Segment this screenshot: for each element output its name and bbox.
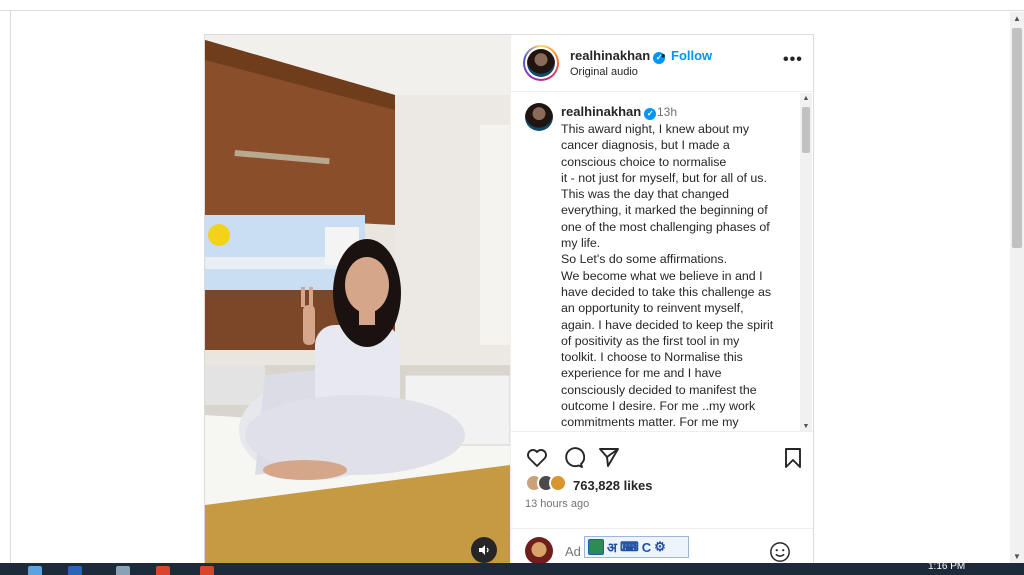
post-time-ago: 13 hours ago	[525, 498, 590, 510]
ime-c-button[interactable]: C	[642, 540, 651, 555]
post-dialog: realhinakhan ✓ • Follow Original audio ••…	[204, 34, 814, 565]
mute-toggle-button[interactable]	[471, 537, 497, 563]
caption-line: an opportunity to reinvent myself,	[561, 301, 744, 316]
caption-username[interactable]: realhinakhan ✓	[561, 104, 657, 120]
caption-line: toolkit. I choose to Normalise this	[561, 350, 743, 365]
post-header: realhinakhan ✓ • Follow Original audio ••…	[511, 35, 813, 92]
scroll-down-arrow-icon[interactable]: ▼	[1010, 550, 1024, 564]
caption-line: consciously decided to manifest the	[561, 382, 757, 397]
separator-dot: •	[661, 48, 666, 63]
keyboard-icon[interactable]: ⌨	[620, 539, 639, 555]
caption-line: everything, it marked the beginning of	[561, 203, 768, 218]
caption-line: This award night, I knew about my	[561, 122, 750, 136]
gear-icon[interactable]: ⚙	[654, 539, 666, 555]
caption-scroll-down-icon[interactable]: ▼	[800, 423, 812, 430]
emoji-picker-icon[interactable]	[769, 541, 791, 563]
more-options-icon[interactable]: •••	[783, 51, 803, 69]
system-clock: 1:16 PM	[928, 563, 966, 572]
caption-scroll-up-icon[interactable]: ▲	[800, 95, 812, 102]
caption-line: conscious choice to normalise	[561, 154, 727, 169]
left-border	[10, 10, 11, 565]
comment-bubble-icon[interactable]	[561, 446, 585, 470]
like-heart-icon[interactable]	[525, 446, 549, 470]
original-audio-link[interactable]: Original audio	[570, 66, 638, 78]
post-side-panel: realhinakhan ✓ • Follow Original audio ••…	[510, 35, 813, 564]
ime-toolbar[interactable]: अ ⌨ C ⚙	[584, 536, 689, 558]
caption-scrollbar[interactable]: ▲ ▼	[800, 93, 812, 431]
caption-avatar[interactable]	[525, 103, 553, 131]
save-bookmark-icon[interactable]	[781, 446, 805, 470]
caption-line: it - not just for myself, but for all of…	[561, 170, 767, 185]
story-ring-avatar[interactable]	[523, 45, 559, 81]
caption-line: We become what we believe in and I	[561, 268, 763, 283]
caption-scroll-thumb[interactable]	[802, 107, 810, 153]
follow-button[interactable]: Follow	[671, 48, 712, 63]
caption-line: one of the most challenging phases of	[561, 219, 770, 234]
avatar	[527, 49, 555, 77]
hospital-room-photo	[205, 35, 510, 564]
caption-timestamp: 13h	[657, 105, 678, 119]
chrome-icon[interactable]	[156, 566, 170, 575]
caption-text: This award night, I knew about my cancer…	[561, 121, 789, 431]
page-scrollbar[interactable]: ▲ ▼	[1010, 12, 1024, 564]
post-media[interactable]	[205, 35, 510, 564]
header-username[interactable]: realhinakhan ✓	[570, 48, 666, 64]
top-border	[0, 10, 1024, 11]
page-scroll-thumb[interactable]	[1012, 28, 1022, 248]
share-send-icon[interactable]	[597, 446, 621, 470]
current-user-avatar	[525, 537, 553, 564]
scroll-up-arrow-icon[interactable]: ▲	[1010, 12, 1024, 26]
caption-line: cancer diagnosis, but I made a	[561, 138, 730, 153]
speaker-icon	[479, 545, 489, 555]
taskbar-app-icon[interactable]	[28, 566, 42, 575]
chrome-icon[interactable]	[200, 566, 214, 575]
likes-count[interactable]: 763,828 likes	[573, 478, 653, 493]
input-tools-icon[interactable]	[588, 539, 604, 555]
action-bar: 763,828 likes 13 hours ago	[511, 431, 813, 515]
caption-line: commitments matter. For me my	[561, 415, 739, 430]
caption-area: realhinakhan ✓ 13h This award night, I kn…	[511, 93, 813, 431]
taskbar: 1:16 PM	[0, 563, 1024, 575]
caption-line: of positivity as the first tool in my	[561, 333, 740, 348]
taskbar-app-icon[interactable]	[68, 566, 82, 575]
caption-line: have decided to take this challenge as	[561, 284, 772, 299]
verified-badge-icon: ✓	[644, 108, 657, 120]
caption-line: So Let's do some affirmations.	[561, 252, 728, 267]
caption-line: outcome I desire. For me ..my work	[561, 399, 756, 414]
ime-hindi-button[interactable]: अ	[607, 538, 617, 556]
caption-line: This was the day that changed	[561, 187, 730, 202]
caption-line: experience for me and I have	[561, 366, 722, 381]
caption-line: my life.	[561, 236, 601, 251]
liker-avatar	[549, 474, 567, 492]
taskbar-app-icon[interactable]	[116, 566, 130, 575]
caption-line: again. I have decided to keep the spirit	[561, 317, 774, 332]
